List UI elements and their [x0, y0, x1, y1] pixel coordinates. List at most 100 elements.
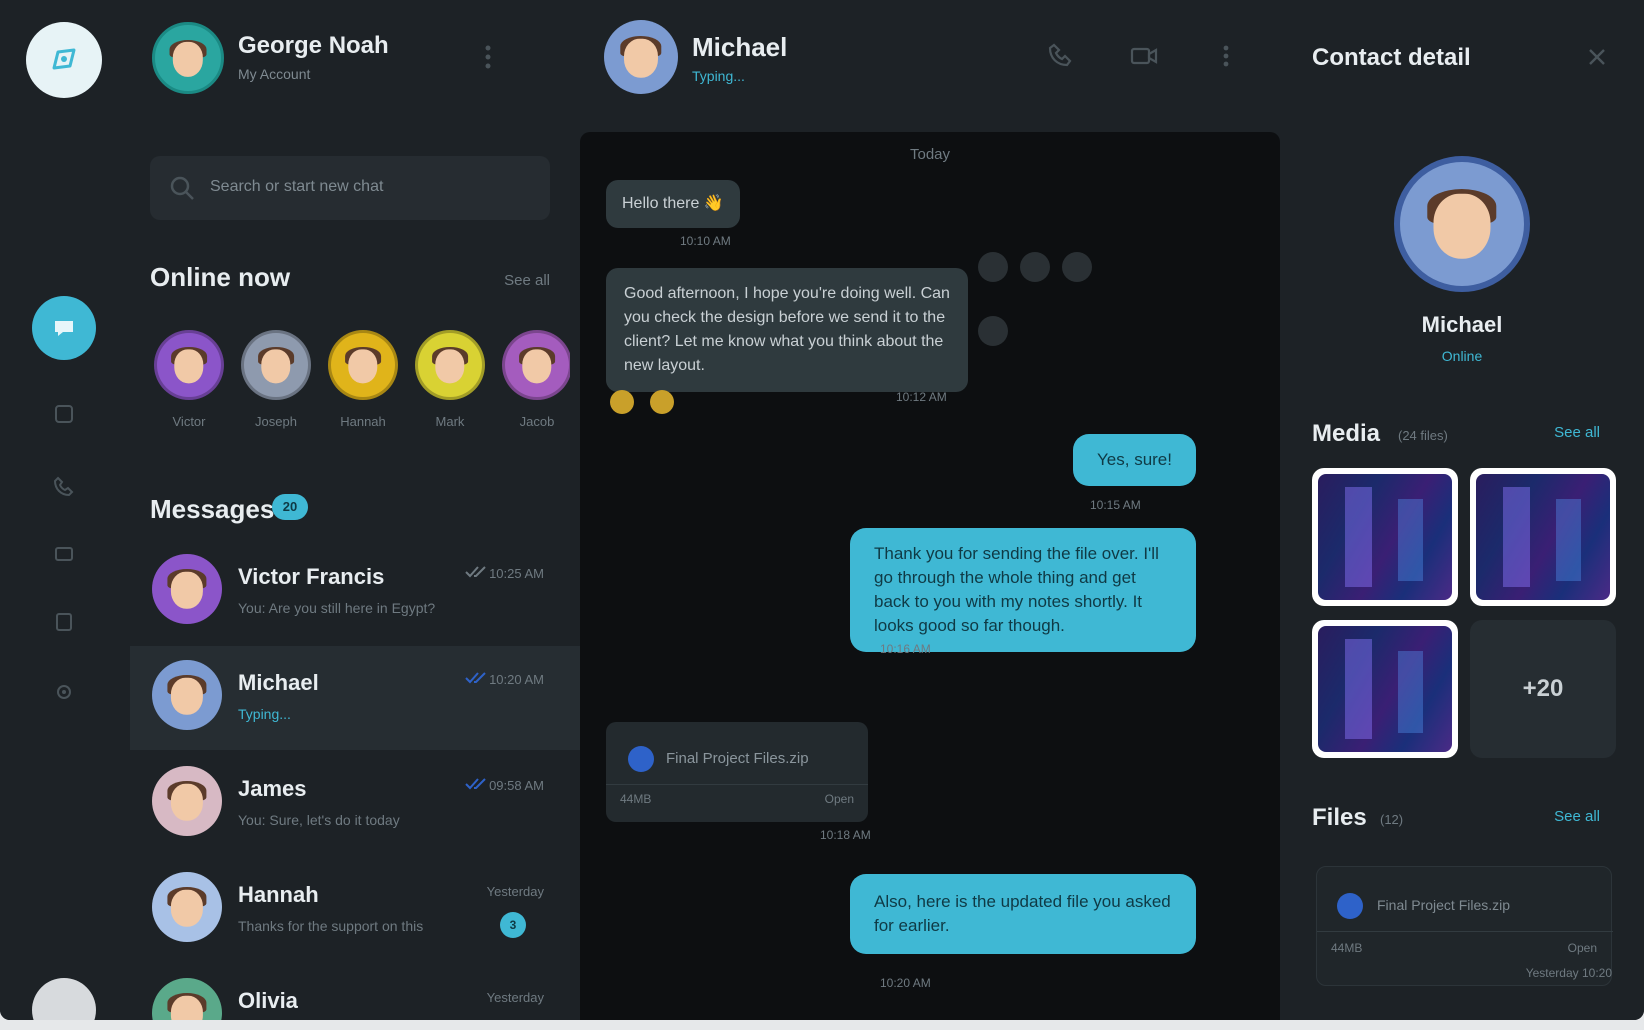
- file-attachment[interactable]: Final Project Files.zip 44MB Open: [606, 722, 868, 822]
- online-user-name: Hannah: [340, 414, 386, 429]
- online-avatar: [241, 330, 311, 400]
- conversation-item[interactable]: Olivia Yesterday: [130, 964, 580, 1020]
- media-count: (24 files): [1398, 428, 1448, 443]
- chat-header-avatar[interactable]: [604, 20, 678, 94]
- more-options-icon[interactable]: [476, 42, 500, 72]
- video-call-icon[interactable]: [1128, 40, 1160, 72]
- media-thumbnail[interactable]: [1312, 620, 1458, 758]
- online-user[interactable]: Mark: [411, 330, 489, 429]
- window-bottom-edge: [0, 1020, 1644, 1030]
- gear-icon: [57, 685, 71, 699]
- messages-count-badge: 20: [272, 494, 308, 520]
- files-see-all-link[interactable]: See all: [1554, 808, 1600, 825]
- nav-calls-button[interactable]: [32, 454, 96, 518]
- divider: [1317, 931, 1613, 932]
- file-size: 44MB: [1331, 941, 1363, 955]
- online-user[interactable]: Hannah: [324, 330, 402, 429]
- online-see-all-link[interactable]: See all: [504, 272, 550, 289]
- conversation-time: Yesterday: [486, 990, 544, 1005]
- conversation-avatar: [152, 554, 222, 624]
- contact-detail-panel: Contact detail Michael Online Media (24 …: [1280, 0, 1644, 1020]
- reaction-emoji[interactable]: [610, 390, 634, 414]
- outgoing-message[interactable]: Yes, sure!: [1073, 434, 1196, 486]
- react-icon[interactable]: [978, 316, 1008, 346]
- profile-avatar[interactable]: [152, 22, 224, 94]
- double-check-icon: [465, 566, 486, 578]
- chat-list-panel: George Noah My Account Search or start n…: [130, 0, 580, 1020]
- status-icon: [55, 547, 73, 561]
- nav-settings-button[interactable]: [32, 660, 96, 724]
- conversation-item-selected[interactable]: Michael Typing... 10:20 AM: [130, 646, 580, 750]
- logo-icon: [52, 48, 76, 70]
- search-icon: [170, 176, 194, 200]
- reply-icon[interactable]: [978, 252, 1008, 282]
- message-time: 10:10 AM: [680, 234, 731, 248]
- app-logo[interactable]: [26, 22, 102, 98]
- online-user-name: Jacob: [519, 414, 555, 429]
- conversation-name: Olivia: [238, 988, 298, 1013]
- conversation-avatar: [152, 978, 222, 1020]
- reaction-emoji[interactable]: [650, 390, 674, 414]
- chat-icon: [55, 321, 73, 336]
- outgoing-message[interactable]: Thank you for sending the file over. I'l…: [850, 528, 1196, 652]
- double-check-icon: [465, 778, 486, 790]
- search-placeholder: Search or start new chat: [210, 178, 384, 195]
- my-avatar[interactable]: [32, 978, 96, 1020]
- files-count: (12): [1380, 812, 1404, 827]
- conversation-item[interactable]: James You: Sure, let's do it today 09:58…: [130, 752, 580, 856]
- profile-subtitle: My Account: [238, 66, 311, 82]
- profile-name: George Noah: [238, 32, 389, 59]
- conversation-avatar: [152, 766, 222, 836]
- message-time: 10:18 AM: [820, 828, 871, 842]
- search-bar[interactable]: Search or start new chat: [150, 156, 550, 220]
- files-label: Files: [1312, 804, 1367, 831]
- conversation-time: 10:25 AM: [489, 566, 544, 581]
- message-time: 10:16 AM: [880, 642, 931, 656]
- date-separator: Today: [909, 146, 951, 163]
- nav-chats-button[interactable]: [32, 296, 96, 360]
- message-thread: Today Hello there 👋 10:10 AM Good aftern…: [580, 132, 1280, 1020]
- message-time: 10:15 AM: [1090, 498, 1141, 512]
- unread-badge: 3: [500, 912, 526, 938]
- online-now-list: Victor Joseph Hannah Mark Jacob: [150, 330, 570, 450]
- more-icon[interactable]: [1062, 252, 1092, 282]
- conversation-preview: You: Are you still here in Egypt?: [238, 600, 436, 616]
- nav-contacts-button[interactable]: [32, 590, 96, 654]
- groups-icon: [55, 405, 73, 423]
- online-user-name: Victor: [172, 414, 206, 429]
- conversation-item[interactable]: Hannah Thanks for the support on this Ye…: [130, 858, 580, 962]
- messenger-window: George Noah My Account Search or start n…: [0, 0, 1644, 1020]
- conversation-time: 10:20 AM: [489, 672, 544, 687]
- incoming-message[interactable]: Good afternoon, I hope you're doing well…: [606, 268, 968, 392]
- media-thumbnail[interactable]: [1470, 468, 1616, 606]
- media-thumbnail[interactable]: [1312, 468, 1458, 606]
- conversation-preview: You: Sure, let's do it today: [238, 812, 400, 828]
- file-icon: [628, 746, 654, 772]
- file-open-link[interactable]: Open: [1568, 941, 1597, 955]
- online-user[interactable]: Jacob: [498, 330, 570, 429]
- incoming-message[interactable]: Hello there 👋: [606, 180, 740, 228]
- outgoing-message[interactable]: Also, here is the updated file you asked…: [850, 874, 1196, 954]
- online-now-title: Online now: [150, 262, 291, 292]
- more-options-icon[interactable]: [1210, 40, 1242, 72]
- chat-header-status: Typing...: [692, 68, 745, 84]
- nav-status-button[interactable]: [32, 522, 96, 586]
- conversation-item[interactable]: Victor Francis You: Are you still here i…: [130, 540, 580, 644]
- close-icon[interactable]: [1584, 44, 1610, 70]
- phone-icon[interactable]: [1046, 40, 1078, 72]
- online-user-name: Joseph: [255, 414, 297, 429]
- media-see-all-link[interactable]: See all: [1554, 424, 1600, 441]
- conversation-time: Yesterday: [486, 884, 544, 899]
- contact-detail-title: Contact detail: [1312, 44, 1471, 71]
- file-open-link[interactable]: Open: [825, 792, 854, 806]
- conversation-name: Hannah: [238, 882, 319, 907]
- message-time: 10:12 AM: [896, 390, 947, 404]
- nav-groups-button[interactable]: [32, 382, 96, 446]
- online-avatar: [154, 330, 224, 400]
- online-user[interactable]: Joseph: [237, 330, 315, 429]
- online-user[interactable]: Victor: [150, 330, 228, 429]
- conversation-preview: Typing...: [238, 706, 291, 722]
- forward-icon[interactable]: [1020, 252, 1050, 282]
- media-more-tile[interactable]: +20: [1470, 620, 1616, 758]
- messages-title: Messages: [150, 494, 275, 524]
